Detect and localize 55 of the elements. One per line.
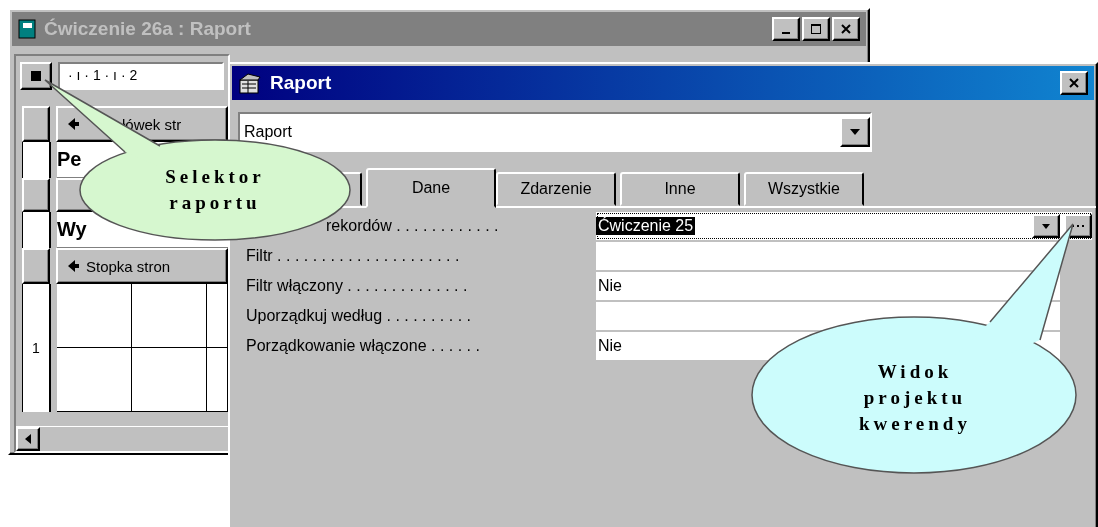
- tab[interactable]: Dane: [366, 168, 496, 208]
- row-selector[interactable]: [22, 248, 50, 284]
- ellipsis-icon: [1072, 224, 1084, 228]
- tab[interactable]: Wszystkie: [744, 172, 864, 206]
- property-label: Uporządkuj według . . . . . . . . . .: [246, 306, 472, 326]
- object-select-value: Raport: [243, 123, 294, 141]
- section-header[interactable]: Stopka stron: [56, 248, 228, 284]
- property-label: rekordów . . . . . . . . . . . .: [325, 216, 500, 236]
- section-arrow-icon: [66, 117, 80, 131]
- window-title: Ćwiczenie 26a : Raport: [44, 18, 252, 40]
- scroll-left-button[interactable]: [16, 427, 40, 451]
- vertical-ruler: [22, 212, 51, 248]
- callout-text: kwerendy: [859, 412, 971, 436]
- callout-text: projektu: [863, 386, 967, 410]
- minimize-icon: [782, 32, 790, 34]
- tab[interactable]: Inne: [620, 172, 740, 206]
- close-icon: [1068, 77, 1080, 89]
- square-icon: [31, 71, 41, 81]
- close-icon: [840, 23, 852, 35]
- property-label: Filtr . . . . . . . . . . . . . . . . . . . . .: [246, 246, 461, 266]
- maximize-icon: [810, 23, 822, 35]
- row-selector[interactable]: [22, 106, 50, 142]
- property-label: Filtr włączony . . . . . . . . . . . . . .: [246, 276, 469, 296]
- caret-icon: [850, 129, 860, 135]
- dropdown-button[interactable]: [840, 117, 870, 147]
- minimize-button[interactable]: [772, 17, 800, 41]
- object-select[interactable]: Raport: [238, 112, 872, 152]
- section-label: Stopka stron: [86, 257, 171, 275]
- report-selector[interactable]: [20, 62, 52, 90]
- close-button[interactable]: [1060, 71, 1088, 95]
- callout-text: raportu: [169, 191, 261, 215]
- report-field: Wy: [57, 218, 87, 241]
- report-field: Pe: [57, 148, 82, 171]
- property-value-field[interactable]: Nie: [596, 272, 1060, 300]
- property-value: Nie: [597, 277, 623, 295]
- dialog-title: Raport: [270, 72, 333, 94]
- report-icon: [238, 72, 262, 94]
- callout-text: Selektor: [165, 165, 265, 189]
- property-value: Ćwiczenie 25: [596, 217, 696, 235]
- dropdown-button[interactable]: [1032, 214, 1060, 238]
- caret-icon: [1042, 223, 1050, 229]
- close-button[interactable]: [832, 17, 860, 41]
- property-label: Porządkowanie włączone . . . . . .: [246, 336, 481, 356]
- callout-text: Widok: [877, 360, 953, 384]
- tab[interactable]: Zdarzenie: [496, 172, 616, 206]
- horizontal-ruler: · ı · 1 · ı · 2: [58, 62, 224, 90]
- property-value-field[interactable]: Ćwiczenie 25: [596, 212, 1092, 240]
- maximize-button[interactable]: [802, 17, 830, 41]
- ruler-mark: 1: [32, 340, 40, 356]
- left-arrow-icon: [24, 434, 32, 444]
- notebook-icon: [18, 19, 36, 39]
- property-value: Nie: [597, 337, 623, 355]
- section-arrow-icon: [66, 259, 80, 273]
- row-selector[interactable]: [22, 178, 50, 212]
- vertical-ruler: [22, 142, 51, 178]
